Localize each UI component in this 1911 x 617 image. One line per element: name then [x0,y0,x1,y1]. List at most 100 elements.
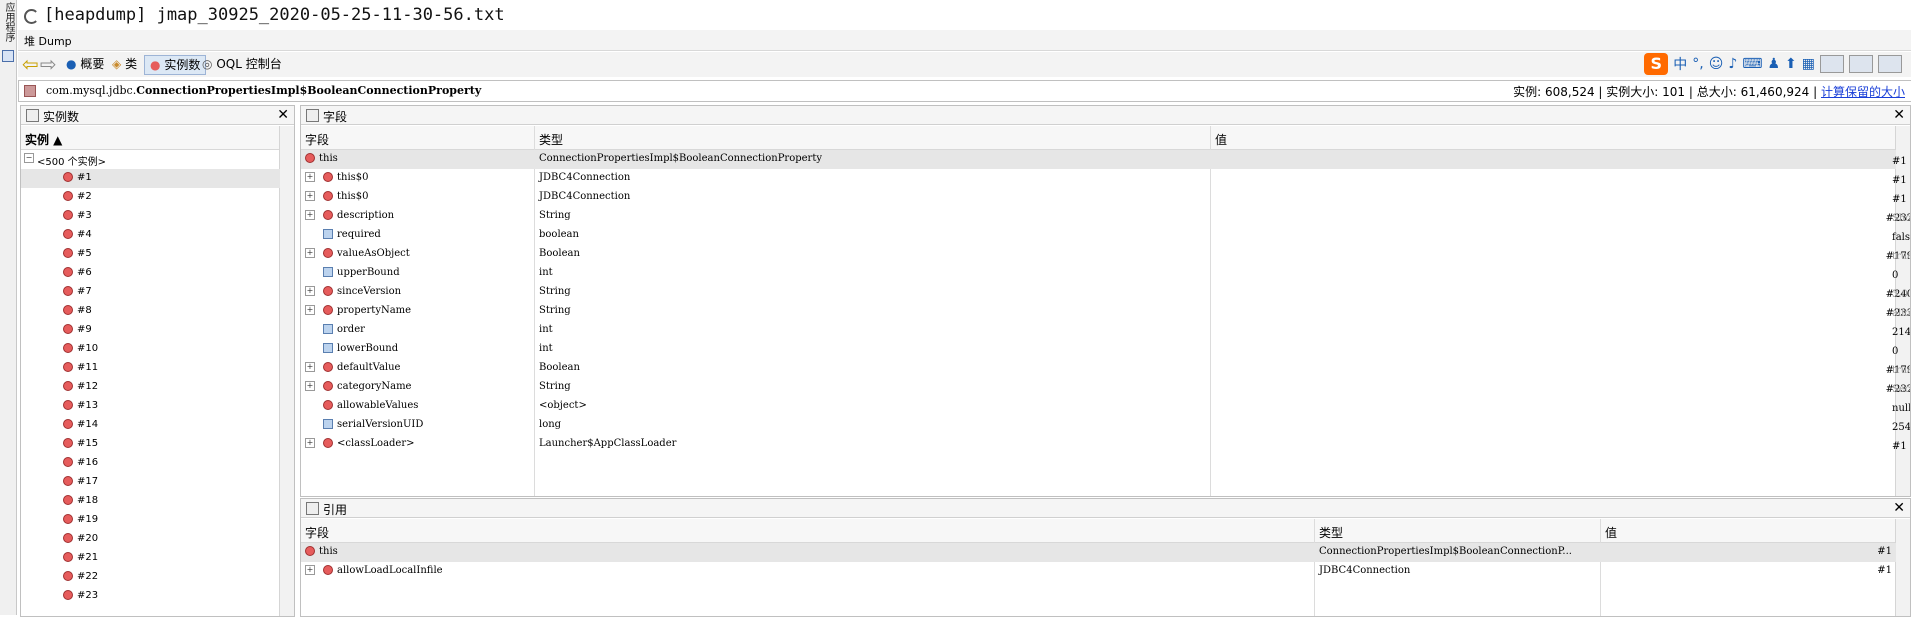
expand-icon[interactable]: + [305,210,315,220]
field-type: long [539,419,562,430]
expand-icon[interactable]: + [305,172,315,182]
instances-button[interactable]: ● 实例数 [144,55,207,75]
expand-icon[interactable]: + [305,248,315,258]
instance-row[interactable]: #3 [21,207,280,226]
instance-row[interactable]: #13 [21,397,280,416]
field-row[interactable]: + defaultValue Boolean #1797 true [301,359,1910,378]
field-row[interactable]: + this$0 JDBC4Connection #1 [301,188,1907,207]
emoji-icon[interactable]: ☺ [1709,56,1724,72]
field-row[interactable]: required boolean false [301,226,1910,245]
instance-row[interactable]: #18 [21,492,280,511]
close-icon[interactable]: ✕ [1893,106,1905,124]
instance-row[interactable]: #1 [21,169,280,188]
instance-row[interactable]: #7 [21,283,280,302]
instance-row[interactable]: #11 [21,359,280,378]
type-column-label[interactable]: 类型 [1319,524,1343,541]
window-layout-icon-2[interactable] [1849,55,1873,73]
field-row[interactable]: this ConnectionPropertiesImpl$BooleanConn… [301,150,1907,169]
grid-icon[interactable]: ▦ [1802,56,1815,72]
skin-icon[interactable]: ♟ [1767,56,1780,72]
expand-icon[interactable]: + [305,565,315,575]
instances-scrollbar[interactable] [279,126,294,616]
summary-button[interactable]: ● 概要 [66,55,104,73]
close-icon[interactable]: ✕ [1893,499,1905,517]
instance-row[interactable]: #15 [21,435,280,454]
instance-row[interactable]: #23 [21,587,280,606]
close-icon[interactable]: ✕ [277,106,289,124]
value-column-label[interactable]: 值 [1605,524,1617,541]
expand-icon[interactable]: + [305,191,315,201]
instance-row[interactable]: #14 [21,416,280,435]
instance-field-icon [323,381,333,391]
instance-row[interactable]: #20 [21,530,280,549]
instance-row[interactable]: #19 [21,511,280,530]
classes-button[interactable]: ◈ 类 [112,55,137,73]
collapse-icon[interactable]: − [24,153,34,163]
window-layout-icon-1[interactable] [1820,55,1844,73]
reference-row[interactable]: + allowLoadLocalInfile JDBC4Connection #1 [301,562,1896,581]
expand-icon[interactable]: + [305,381,315,391]
oql-console-button[interactable]: ◎ OQL 控制台 [202,55,282,73]
references-scrollbar[interactable] [1895,519,1910,616]
instance-row[interactable]: #8 [21,302,280,321]
field-value-preview: 3.0.3 [1892,289,1911,300]
instance-row[interactable]: #2 [21,188,280,207]
reference-row[interactable]: this ConnectionPropertiesImpl$BooleanConn… [301,543,1896,562]
field-column-label[interactable]: 字段 [305,131,329,148]
class-stats: 实例: 608,524 | 实例大小: 101 | 总大小: 61,460,92… [1513,83,1905,100]
reference-type: JDBC4Connection [1319,565,1411,576]
value-column-label[interactable]: 值 [1215,131,1227,148]
punctuation-icon[interactable]: °, [1692,56,1703,72]
shirt-icon[interactable]: ⬆ [1785,56,1797,72]
field-row[interactable]: + this$0 JDBC4Connection #1 [301,169,1907,188]
instance-row[interactable]: #4 [21,226,280,245]
microphone-icon[interactable]: ♪ [1728,56,1737,72]
back-arrow-icon[interactable]: ⇦ [22,54,39,74]
field-row[interactable]: + propertyName String #233304 allowLoadLoca… [301,302,1910,321]
instance-row[interactable]: #5 [21,245,280,264]
instance-row[interactable]: #6 [21,264,280,283]
instance-row[interactable]: #17 [21,473,280,492]
instance-icon [63,362,73,372]
field-row[interactable]: + <classLoader> Launcher$AppClassLoader #1 [301,435,1907,454]
instance-group[interactable]: − <500 个实例> [21,150,280,169]
field-row[interactable]: + sinceVersion String #240692 3.0.3 [301,283,1910,302]
instance-row[interactable]: #21 [21,549,280,568]
instances-column-header[interactable]: 实例 ▲ [21,126,294,150]
instance-icon [63,457,73,467]
field-row[interactable]: lowerBound int 0 [301,340,1898,359]
expand-icon[interactable]: + [305,286,315,296]
applications-label[interactable]: 应用程序 [1,2,16,42]
field-row[interactable]: + categoryName String #232778 Security [301,378,1910,397]
type-column-label[interactable]: 类型 [539,131,563,148]
instance-field-icon [323,400,333,410]
window-icon[interactable] [2,50,14,62]
instance-row[interactable]: #12 [21,378,280,397]
fields-panel-icon [306,109,319,122]
expand-icon[interactable]: + [305,438,315,448]
field-row[interactable]: allowableValues <object> null [301,397,1910,416]
class-simple-name: ConnectionPropertiesImpl$BooleanConnecti… [136,84,482,97]
field-row[interactable]: + valueAsObject Boolean #1797 true [301,245,1910,264]
forward-arrow-icon[interactable]: ⇨ [40,54,57,74]
instance-row[interactable]: #22 [21,568,280,587]
keyboard-icon[interactable]: ⌨ [1742,56,1762,72]
instance-column-label[interactable]: 实例 ▲ [25,131,62,148]
tab-heap-dump[interactable]: 堆 Dump [24,33,72,49]
field-row[interactable]: order int 2147483647 [301,321,1910,340]
field-row[interactable]: serialVersionUID long 2540132501709159404 [301,416,1910,435]
expand-icon[interactable]: + [305,362,315,372]
instance-row[interactable]: #9 [21,321,280,340]
field-column-label[interactable]: 字段 [305,524,329,541]
expand-icon[interactable]: + [305,305,315,315]
field-row[interactable]: upperBound int 0 [301,264,1898,283]
compute-retained-size-link[interactable]: 计算保留的大小 [1821,85,1905,99]
field-row[interactable]: + description String #232623 Should the dri… [301,207,1910,226]
sogou-logo-icon[interactable]: S [1644,53,1669,75]
fields-panel-header: 字段 ✕ [301,106,1910,125]
window-layout-icon-3[interactable] [1878,55,1902,73]
instance-row[interactable]: #16 [21,454,280,473]
class-icon [24,85,36,97]
instance-row[interactable]: #10 [21,340,280,359]
ime-language[interactable]: 中 [1673,54,1687,74]
